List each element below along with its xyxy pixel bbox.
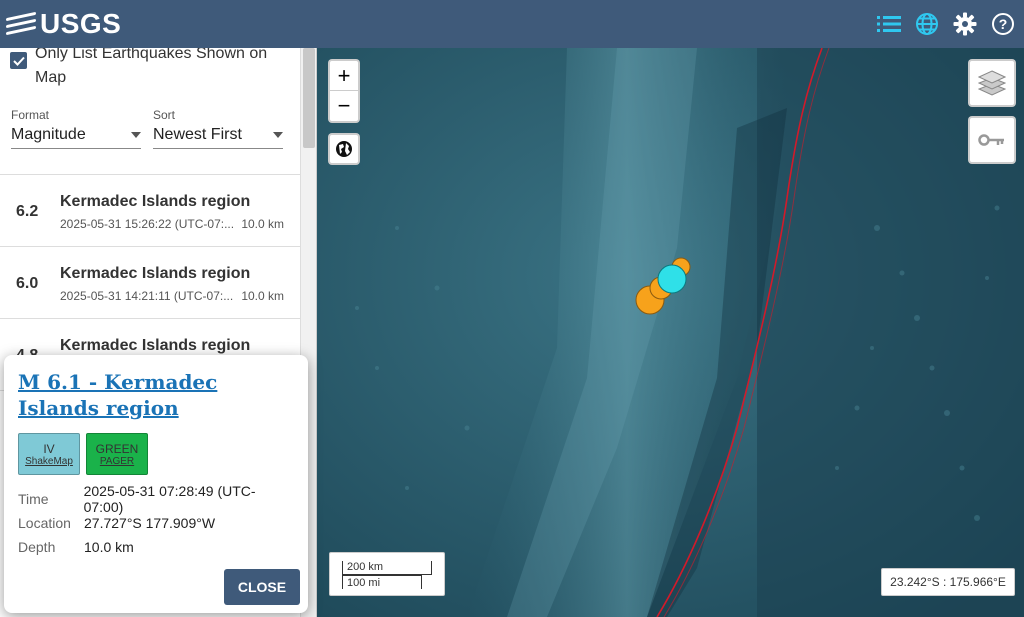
- sort-label: Sort: [153, 108, 176, 122]
- gear-icon[interactable]: [952, 11, 978, 37]
- format-value: Magnitude: [11, 126, 86, 143]
- sort-select[interactable]: Sort Newest First: [153, 108, 283, 149]
- depth-label: Depth: [18, 539, 56, 555]
- layers-icon: [978, 70, 1006, 96]
- app-header: USGS ?: [0, 0, 1024, 48]
- chevron-down-icon: [273, 132, 283, 138]
- usgs-logo[interactable]: USGS: [6, 8, 121, 40]
- help-icon[interactable]: ?: [990, 11, 1016, 37]
- pager-badge[interactable]: GREEN PAGER: [86, 433, 148, 475]
- sort-value: Newest First: [153, 126, 242, 143]
- format-label: Format: [11, 108, 50, 122]
- only-list-checkbox[interactable]: [10, 52, 27, 69]
- eq-magnitude: 6.2: [16, 203, 39, 220]
- legend-key-button[interactable]: [968, 116, 1016, 164]
- logo-text: USGS: [40, 8, 122, 39]
- event-details: Time 2025-05-31 07:28:49 (UTC-07:00) Loc…: [18, 483, 294, 559]
- pager-value: GREEN: [95, 441, 139, 456]
- depth-value: 10.0 km: [84, 539, 134, 555]
- scrollbar-thumb[interactable]: [303, 48, 315, 148]
- shakemap-badge[interactable]: IV ShakeMap: [18, 433, 80, 475]
- pager-label: PAGER: [99, 455, 135, 467]
- impact-badges: IV ShakeMap GREEN PAGER: [18, 433, 294, 475]
- zoom-in-button[interactable]: +: [330, 61, 358, 91]
- eq-time: 2025-05-31 15:26:22 (UTC-07:...: [60, 217, 235, 231]
- header-toolbar: ?: [876, 11, 1016, 37]
- shakemap-label: ShakeMap: [25, 455, 73, 467]
- eq-title: Kermadec Islands region: [60, 337, 251, 354]
- time-value: 2025-05-31 07:28:49 (UTC-07:00): [83, 483, 256, 515]
- chevron-down-icon: [131, 132, 141, 138]
- format-select[interactable]: Format Magnitude: [11, 108, 141, 149]
- globe-icon: [336, 141, 352, 157]
- eq-depth: 10.0 km: [241, 217, 284, 231]
- zoom-out-button[interactable]: −: [330, 91, 358, 121]
- only-list-label: Only List Earthquakes Shown on Map: [35, 48, 268, 86]
- map-view[interactable]: + − 200 km 100 mi 23.242°S : 175.966°E: [317, 48, 1024, 617]
- map-terrain: [317, 48, 1024, 617]
- list-item[interactable]: 6.0 Kermadec Islands region 2025-05-31 1…: [0, 247, 300, 319]
- list-item[interactable]: 6.2 Kermadec Islands region 2025-05-31 1…: [0, 175, 300, 247]
- eq-title: Kermadec Islands region: [60, 193, 251, 210]
- layers-button[interactable]: [968, 59, 1016, 107]
- map-scale: 200 km 100 mi: [329, 552, 445, 596]
- zoom-control: + −: [328, 59, 360, 123]
- usgs-wave-icon: [6, 11, 36, 37]
- popup-title-link[interactable]: M 6.1 - Kermadec Islands region: [18, 369, 294, 421]
- svg-text:?: ?: [999, 16, 1008, 32]
- scale-km: 200 km: [342, 561, 432, 575]
- globe-button[interactable]: [328, 133, 360, 165]
- eq-title: Kermadec Islands region: [60, 265, 251, 282]
- only-list-option[interactable]: Only List Earthquakes Shown on Map: [10, 48, 280, 90]
- list-icon[interactable]: [876, 11, 902, 37]
- time-label: Time: [18, 491, 49, 507]
- eq-time: 2025-05-31 14:21:11 (UTC-07:...: [60, 289, 234, 303]
- scale-mi: 100 mi: [342, 575, 422, 589]
- globe-icon[interactable]: [914, 11, 940, 37]
- eq-depth: 10.0 km: [241, 289, 284, 303]
- close-button[interactable]: CLOSE: [224, 569, 300, 605]
- shakemap-value: IV: [43, 441, 55, 456]
- earthquake-popup: M 6.1 - Kermadec Islands region IV Shake…: [4, 355, 308, 613]
- check-icon: [12, 56, 25, 66]
- eq-magnitude: 6.0: [16, 275, 39, 292]
- key-icon: [978, 134, 1004, 146]
- location-value: 27.727°S 177.909°W: [84, 515, 216, 531]
- location-label: Location: [18, 515, 71, 531]
- coordinate-readout: 23.242°S : 175.966°E: [881, 568, 1015, 596]
